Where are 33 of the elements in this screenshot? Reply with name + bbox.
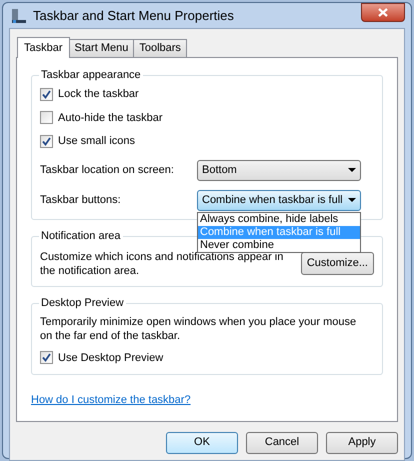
checkmark-icon	[42, 136, 51, 146]
close-icon	[378, 8, 388, 17]
taskbar-icon	[11, 8, 27, 24]
window-title: Taskbar and Start Menu Properties	[33, 6, 235, 25]
field-label: Taskbar location on screen:	[40, 162, 175, 178]
checkbox-label: Use Desktop Preview	[58, 350, 164, 366]
tab[interactable]: Taskbar	[17, 37, 70, 58]
checkbox[interactable]	[40, 111, 53, 124]
checkbox[interactable]	[40, 134, 53, 148]
checkmark-icon	[42, 353, 51, 362]
dialog-button[interactable]: Apply	[326, 432, 398, 454]
checkbox-label: Auto-hide the taskbar	[58, 110, 163, 126]
field-label: Taskbar buttons:	[40, 192, 122, 208]
checkbox-label: Lock the taskbar	[58, 87, 139, 102]
buttons-dropdown[interactable]: Combine when taskbar is full	[197, 190, 361, 210]
help-link[interactable]: How do I customize the taskbar?	[31, 394, 191, 406]
dropdown-arrow-icon	[348, 168, 356, 172]
dialog-button[interactable]: Cancel	[246, 432, 318, 454]
dialog-button[interactable]: OK	[166, 432, 238, 454]
close-button[interactable]	[361, 3, 405, 22]
checkbox-label: Use small icons	[58, 134, 136, 149]
tab[interactable]: Toolbars	[133, 39, 187, 57]
location-dropdown[interactable]: Bottom	[197, 160, 361, 180]
checkmark-icon	[42, 90, 51, 99]
checkbox[interactable]	[40, 88, 53, 101]
dropdown-option[interactable]: Never combine	[198, 238, 360, 252]
tab[interactable]: Start Menu	[68, 39, 134, 57]
group-title: Taskbar appearance	[39, 67, 143, 83]
customize-button[interactable]: Customize...	[300, 252, 374, 275]
dropdown-option[interactable]: Always combine, hide labels	[198, 212, 360, 226]
dropdown-arrow-icon	[348, 198, 356, 202]
checkbox[interactable]	[40, 351, 53, 364]
preview-description: Temporarily minimize open windows when you place your mouse on the far end of the taskbar.	[40, 314, 358, 342]
